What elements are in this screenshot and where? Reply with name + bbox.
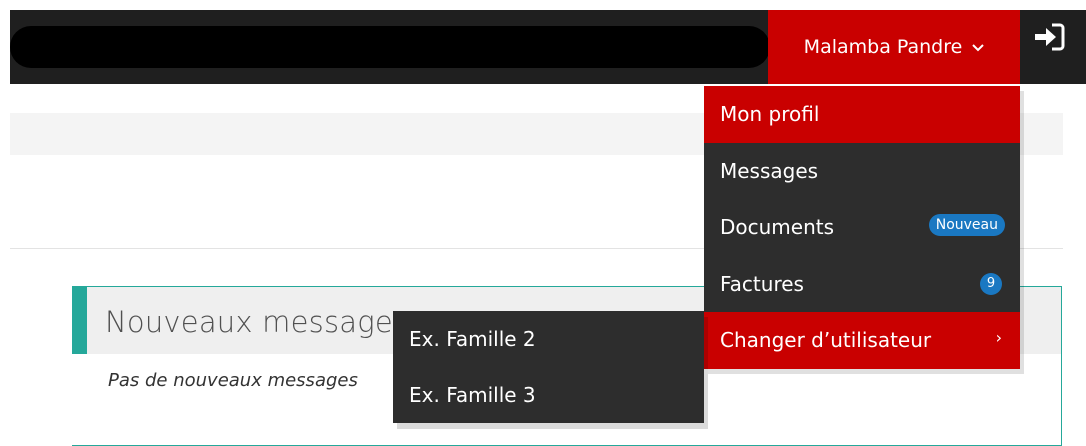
menu-item-messages[interactable]: Messages xyxy=(704,143,1020,200)
user-dropdown-menu: Mon profil Messages Documents Nouveau Fa… xyxy=(704,86,1020,369)
submenu-item-label: Ex. Famille 3 xyxy=(409,383,536,407)
submenu-item-label: Ex. Famille 2 xyxy=(409,327,536,351)
chevron-down-icon xyxy=(972,41,985,55)
user-menu-button[interactable]: Malamba Pandre xyxy=(768,10,1020,84)
menu-item-label: Documents xyxy=(720,215,835,240)
panel-accent xyxy=(72,286,87,354)
menu-item-documents[interactable]: Documents Nouveau xyxy=(704,199,1020,256)
menu-item-label: Factures xyxy=(720,271,804,296)
menu-item-mon-profil[interactable]: Mon profil xyxy=(704,86,1020,143)
submenu-item-famille-3[interactable]: Ex. Famille 3 xyxy=(393,367,704,423)
menu-item-label: Messages xyxy=(720,158,819,183)
search-bar[interactable] xyxy=(10,26,770,68)
panel-title: Nouveaux messages xyxy=(105,305,409,339)
menu-item-label: Changer d’utilisateur xyxy=(720,328,932,353)
count-badge: 9 xyxy=(980,272,1002,295)
user-name: Malamba Pandre xyxy=(803,36,963,58)
chevron-right-icon: › xyxy=(995,328,1002,347)
new-badge: Nouveau xyxy=(928,214,1005,236)
menu-item-factures[interactable]: Factures 9 xyxy=(704,256,1020,313)
top-navigation-bar: Malamba Pandre xyxy=(10,10,1086,84)
panel-empty-text: Pas de nouveaux messages xyxy=(108,370,358,391)
menu-item-label: Mon profil xyxy=(720,102,820,127)
logout-icon[interactable] xyxy=(1032,20,1066,54)
user-switch-submenu: Ex. Famille 2 Ex. Famille 3 xyxy=(393,311,704,423)
submenu-item-famille-2[interactable]: Ex. Famille 2 xyxy=(393,311,704,367)
menu-item-changer-utilisateur[interactable]: Changer d’utilisateur › xyxy=(704,312,1020,369)
